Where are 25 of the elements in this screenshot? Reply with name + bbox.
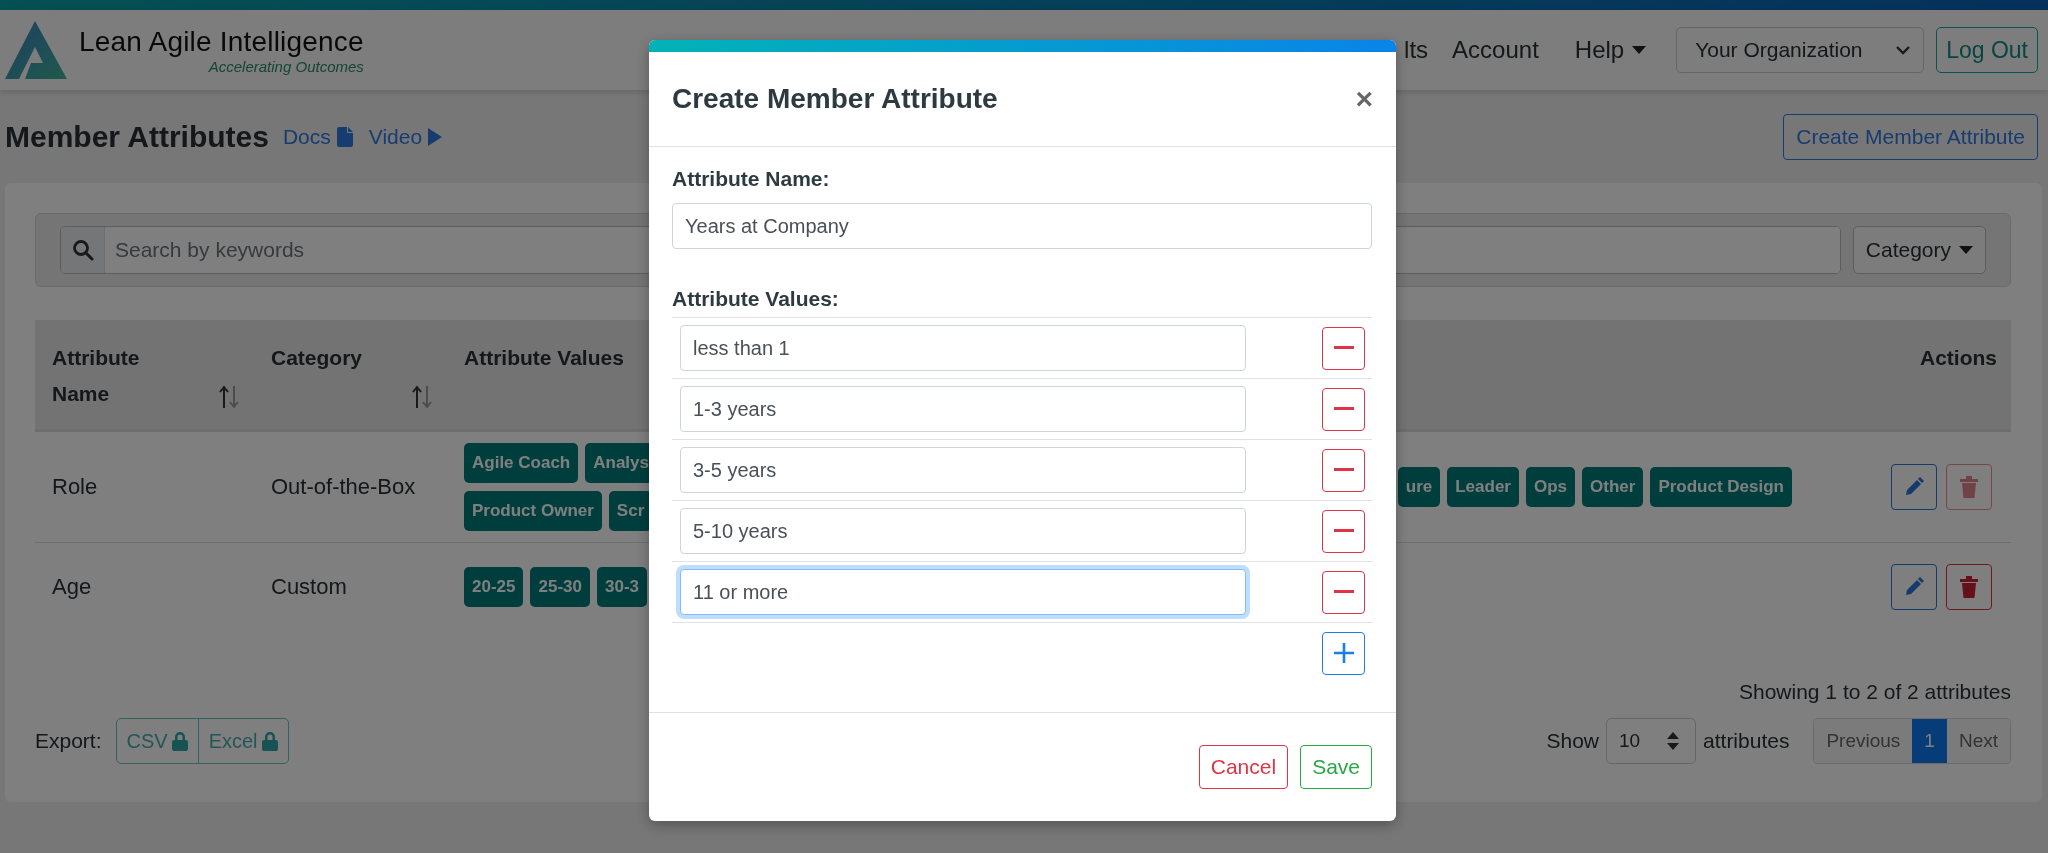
value-tag: ure [1397, 467, 1441, 507]
value-tag: Other [1582, 467, 1644, 507]
logo-tagline: Accelerating Outcomes [208, 57, 364, 75]
value-tag: Leader [1447, 467, 1519, 507]
table-summary: Showing 1 to 2 of 2 attributes [1738, 680, 2011, 704]
modal-title: Create Member Attribute [672, 83, 998, 115]
field-label: Attribute Name: [672, 167, 831, 191]
value-tag: 20-25 [464, 566, 524, 607]
value-tag: Agile Coach [464, 443, 579, 483]
table-cell-text: Age [52, 572, 92, 601]
field-label: Attribute Values: [672, 287, 840, 311]
table-cell-text: Role [52, 473, 98, 501]
show-suffix: attributes [1703, 729, 1790, 753]
value-tag: Product Owner [464, 491, 602, 531]
export-label: Export: [35, 729, 102, 753]
value-tag: 25-30 [530, 566, 590, 607]
value-tag: 30-3 [596, 566, 647, 607]
value-tag: Ops [1525, 467, 1576, 507]
table-cell-text: Custom [271, 572, 347, 601]
column-header: Actions [1860, 320, 2011, 432]
page-title: Member Attributes [5, 119, 269, 154]
show-label: Show [1546, 729, 1600, 753]
table-cell-text: Out-of-the-Box [271, 473, 416, 501]
value-tag: Product Design [1650, 467, 1792, 507]
logo-title: Lean Agile Intelligence [79, 25, 364, 58]
